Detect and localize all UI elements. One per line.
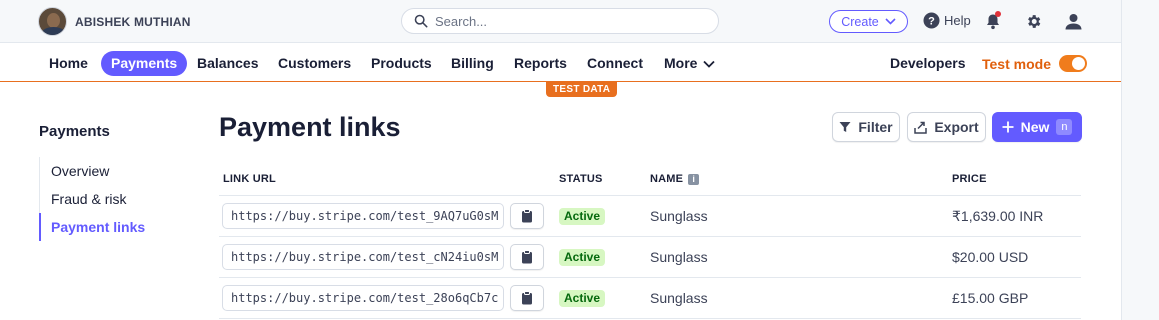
column-status[interactable]: STATUS	[559, 173, 603, 185]
chevron-down-icon	[885, 18, 896, 25]
account-switcher[interactable]: ABISHEK MUTHIAN	[38, 7, 191, 36]
column-name-label: NAME	[650, 173, 684, 185]
test-mode-label: Test mode	[982, 55, 1051, 72]
main-nav: Home Payments Balances Customers Product…	[0, 44, 1121, 82]
sidebar-title: Payments	[39, 123, 110, 140]
payment-links-table: LINK URL STATUS NAME i PRICE https://buy…	[219, 162, 1081, 319]
gear-icon	[1027, 14, 1040, 28]
table-row[interactable]: https://buy.stripe.com/test_cN24iu0sM Ac…	[219, 237, 1081, 278]
clipboard-icon	[522, 209, 532, 223]
price: $20.00 USD	[952, 249, 1029, 265]
nav-developers[interactable]: Developers	[880, 51, 975, 76]
sidebar-item-payment-links[interactable]: Payment links	[39, 213, 189, 241]
nav-billing[interactable]: Billing	[441, 51, 504, 76]
nav-more[interactable]: More	[654, 51, 725, 76]
help-label: Help	[944, 13, 971, 28]
test-mode-switch[interactable]: Test mode	[982, 51, 1087, 76]
top-bar: ABISHEK MUTHIAN Create ? Help	[0, 0, 1121, 43]
create-label: Create	[841, 14, 879, 29]
link-url-field[interactable]: https://buy.stripe.com/test_9AQ7uG0sM	[222, 203, 504, 229]
product-name: Sunglass	[650, 208, 708, 224]
nav-reports[interactable]: Reports	[504, 51, 577, 76]
user-icon	[1065, 13, 1081, 29]
copy-link-button[interactable]	[510, 244, 544, 270]
table-header: LINK URL STATUS NAME i PRICE	[219, 162, 1081, 196]
nav-balances[interactable]: Balances	[187, 51, 268, 76]
table-row[interactable]: https://buy.stripe.com/test_9AQ7uG0sM Ac…	[219, 196, 1081, 237]
column-link-url[interactable]: LINK URL	[223, 173, 276, 185]
link-url-field[interactable]: https://buy.stripe.com/test_cN24iu0sM	[222, 244, 504, 270]
price: ₹1,639.00 INR	[952, 208, 1044, 224]
chevron-down-icon	[703, 60, 716, 68]
info-icon[interactable]: i	[688, 173, 700, 185]
nav-more-label: More	[664, 55, 698, 71]
table-row[interactable]: https://buy.stripe.com/test_28o6qCb7c Ac…	[219, 278, 1081, 319]
clipboard-icon	[522, 250, 532, 264]
notification-dot	[995, 11, 1001, 17]
shortcut-hint: n	[1056, 119, 1073, 135]
status-badge: Active	[559, 249, 606, 266]
export-label: Export	[934, 119, 979, 135]
search-icon	[414, 14, 428, 28]
column-name[interactable]: NAME i	[650, 173, 700, 185]
nav-products[interactable]: Products	[361, 51, 442, 76]
test-data-banner: TEST DATA	[546, 82, 618, 97]
export-icon	[914, 121, 928, 134]
copy-link-button[interactable]	[510, 285, 544, 311]
svg-text:?: ?	[928, 16, 935, 28]
profile-button[interactable]	[1063, 11, 1083, 31]
product-name: Sunglass	[650, 290, 708, 306]
new-label: New	[1020, 119, 1050, 135]
avatar	[38, 7, 67, 36]
notifications-button[interactable]	[983, 11, 1003, 31]
new-payment-link-button[interactable]: New n	[992, 112, 1082, 142]
search-input[interactable]	[435, 13, 695, 29]
nav-customers[interactable]: Customers	[268, 51, 361, 76]
nav-payments[interactable]: Payments	[101, 51, 188, 76]
status-badge: Active	[559, 290, 606, 307]
filter-button[interactable]: Filter	[832, 112, 900, 142]
status-badge: Active	[559, 208, 606, 225]
link-url-field[interactable]: https://buy.stripe.com/test_28o6qCb7c	[222, 285, 504, 311]
sidebar-nav: Overview Fraud & risk Payment links	[39, 157, 189, 241]
settings-button[interactable]	[1023, 11, 1043, 31]
help-button[interactable]: ? Help	[923, 12, 971, 29]
sidebar-item-overview[interactable]: Overview	[40, 157, 189, 185]
nav-connect[interactable]: Connect	[577, 51, 653, 76]
column-price[interactable]: PRICE	[952, 173, 987, 185]
price: £15.00 GBP	[952, 290, 1029, 306]
account-name: ABISHEK MUTHIAN	[75, 14, 191, 29]
filter-icon	[839, 122, 851, 132]
test-mode-toggle[interactable]	[1058, 55, 1087, 72]
search-bar[interactable]	[401, 8, 719, 34]
plus-icon	[1002, 121, 1014, 133]
page-title: Payment links	[219, 112, 401, 142]
create-button[interactable]: Create	[829, 10, 908, 33]
export-button[interactable]: Export	[907, 112, 986, 142]
help-icon: ?	[923, 12, 940, 29]
clipboard-icon	[522, 291, 532, 305]
copy-link-button[interactable]	[510, 203, 544, 229]
filter-label: Filter	[858, 119, 893, 135]
nav-home[interactable]: Home	[39, 51, 98, 76]
sidebar-item-fraud-risk[interactable]: Fraud & risk	[40, 185, 189, 213]
right-edge-panel	[1121, 0, 1159, 320]
product-name: Sunglass	[650, 249, 708, 265]
